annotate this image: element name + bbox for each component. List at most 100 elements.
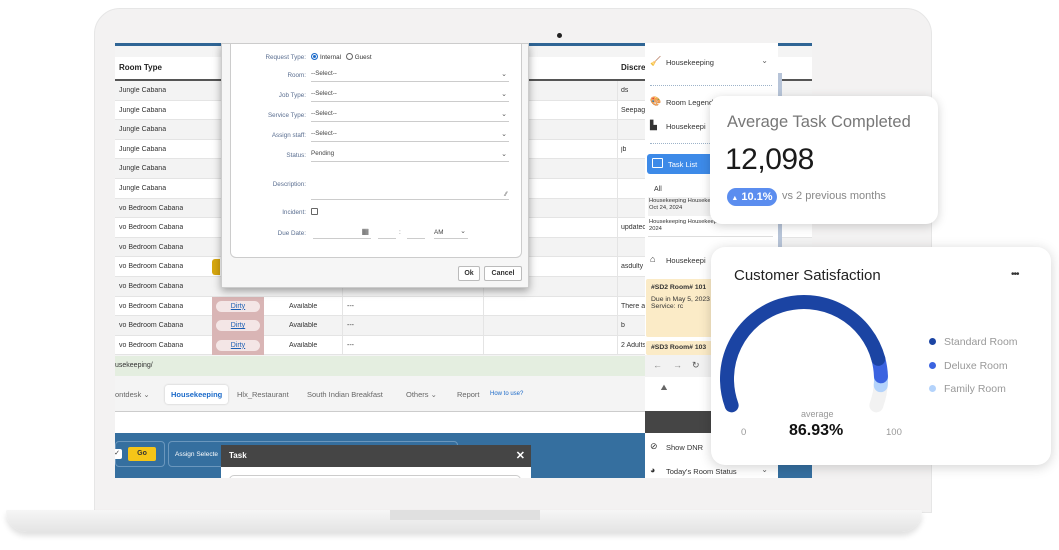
room-type-cell: vo Bedroom Cabana — [119, 224, 184, 232]
chevron-down-icon: ⌄ — [501, 151, 507, 158]
column-divider — [617, 277, 618, 296]
legend-dot — [929, 385, 936, 392]
column-divider — [483, 296, 484, 316]
dirty-status-link[interactable]: Dirty — [216, 300, 260, 312]
service-type-select[interactable]: --Select-- ⌄ — [311, 110, 509, 122]
room-value: --Select-- — [311, 70, 337, 77]
col-room-type[interactable]: Room Type — [119, 63, 162, 72]
task-dialog-title: Task — [229, 451, 247, 460]
task-dialog-header: Task ✕ — [221, 445, 531, 467]
dirty-status-link[interactable]: Dirty — [216, 320, 260, 332]
room-type-cell: vo Bedroom Cabana — [119, 263, 184, 271]
average-label: average — [801, 409, 834, 419]
availability-cell: Available — [289, 322, 318, 330]
column-divider — [617, 139, 618, 159]
sidebar-label: Show DNR — [666, 443, 704, 452]
filter-all[interactable]: All — [654, 186, 662, 193]
chevron-down-icon: ⌄ — [501, 111, 507, 118]
ok-button[interactable]: Ok — [458, 266, 480, 281]
column-divider — [617, 159, 618, 178]
resize-handle-icon: ⁄⁄ — [504, 192, 507, 198]
legend-label: Standard Room — [944, 336, 1018, 348]
radio-guest-label: Guest — [354, 54, 372, 61]
column-divider — [617, 316, 618, 335]
description-textarea[interactable]: ⁄⁄ — [311, 180, 509, 200]
gauge-max-label: 100 — [886, 427, 902, 438]
gauge-segment-standard-room — [720, 295, 886, 413]
column-divider — [617, 198, 618, 218]
how-to-use-link[interactable]: How to use? — [490, 391, 523, 397]
status-value: Pending — [311, 150, 335, 157]
column-divider — [617, 120, 618, 139]
back-arrow-icon[interactable]: ← — [653, 360, 662, 370]
close-icon[interactable]: ✕ — [516, 449, 525, 462]
column-divider — [483, 335, 484, 355]
menu-housekeeping[interactable]: Housekeeping — [165, 385, 229, 404]
refresh-icon[interactable]: ↻ — [692, 360, 700, 371]
column-divider — [342, 316, 343, 335]
room-marker — [212, 259, 220, 276]
sidebar-label: Housekeepi — [666, 256, 706, 265]
discrepancy-cell: Seepag — [621, 106, 646, 114]
legend-standard-room: Standard Room — [929, 336, 1018, 348]
assign-staff-select[interactable]: --Select-- ⌄ — [311, 130, 509, 142]
triangle-up-icon: ▲ — [731, 195, 739, 202]
task-dialog-body — [229, 475, 521, 478]
room-type-cell: Jungle Cabana — [119, 185, 167, 192]
discrepancy-cell: ds — [621, 87, 629, 94]
due-hour-input[interactable] — [378, 227, 396, 239]
select-checkbox[interactable]: ✓ — [115, 449, 122, 459]
incident-checkbox[interactable] — [311, 208, 318, 215]
menu-others[interactable]: Others ⌄ — [406, 390, 437, 399]
palette-icon: 🎨 — [650, 96, 662, 106]
room-type-cell: vo Bedroom Cabana — [119, 283, 184, 290]
radio-internal[interactable] — [311, 53, 318, 60]
menu-hlx-restaurant[interactable]: Hlx_Restaurant — [237, 390, 289, 399]
chevron-down-icon: ⌄ — [501, 71, 507, 78]
chevron-down-icon: ⌄ — [460, 228, 466, 235]
gauge-min-label: 0 — [741, 427, 747, 438]
request-dialog: Request Type: Internal Guest Room: --Sel… — [221, 43, 529, 288]
room-type-cell: vo Bedroom Cabana — [119, 322, 184, 330]
hk-status-cell: Dirty — [212, 316, 264, 336]
forward-arrow-icon[interactable]: → — [673, 360, 682, 370]
menu-label: ontdesk — [115, 390, 142, 399]
status-select[interactable]: Pending ⌄ — [311, 150, 509, 162]
notes-cell: --- — [347, 322, 354, 330]
job-type-select[interactable]: --Select-- ⌄ — [311, 90, 509, 102]
room-select[interactable]: --Select-- ⌄ — [311, 70, 509, 82]
assign-staff-label: Assign staff: — [271, 132, 306, 139]
menu-south-indian-breakfast[interactable]: South Indian Breakfast — [307, 390, 383, 399]
go-button[interactable]: Go — [128, 447, 156, 461]
chevron-down-icon: ⌄ — [761, 465, 768, 474]
availability-cell: Available — [289, 302, 318, 310]
app-screen: Room Type Discre Jungle Cabana ds Jungle C… — [115, 43, 812, 478]
dirty-status-link[interactable]: Dirty — [216, 339, 260, 351]
legend-label: Deluxe Room — [944, 360, 1008, 372]
satisfaction-card: Customer Satisfaction ••• 0 100 average … — [711, 247, 1051, 465]
menu-frontdesk[interactable]: ontdesk ⌄ — [115, 390, 150, 399]
laptop-notch — [390, 510, 540, 520]
col-discrepancy[interactable]: Discre — [621, 63, 645, 72]
sidebar-item-housekeeping[interactable]: 🧹 Housekeeping ⌄ — [645, 53, 778, 73]
column-divider — [617, 81, 618, 100]
radio-internal-label: Internal — [320, 54, 342, 61]
discrepancy-cell: There a — [621, 302, 646, 310]
legend-label: Family Room — [944, 383, 1006, 395]
room-type-cell: Jungle Cabana — [119, 126, 167, 134]
menu-report[interactable]: Report — [457, 390, 480, 399]
due-minute-input[interactable] — [407, 227, 425, 239]
breadcrumb: usekeeping/ — [115, 356, 645, 376]
change-badge: ▲ 10.1% — [727, 188, 777, 206]
change-value: 10.1% — [741, 191, 773, 203]
chevron-down-icon: ⌄ — [501, 131, 507, 138]
due-date-label: Due Date: — [277, 230, 306, 237]
avg-task-title: Average Task Completed — [727, 113, 911, 131]
cancel-button[interactable]: Cancel — [484, 266, 522, 281]
building-icon: ▙ — [650, 120, 657, 130]
due-date-input[interactable]: ▦ — [313, 227, 371, 239]
laptop-mockup: Room Type Discre Jungle Cabana ds Jungle C… — [0, 0, 1059, 550]
ampm-select[interactable]: AM ⌄ — [434, 227, 468, 239]
sidebar-label: Housekeeping — [666, 58, 714, 67]
radio-guest[interactable] — [345, 53, 353, 60]
